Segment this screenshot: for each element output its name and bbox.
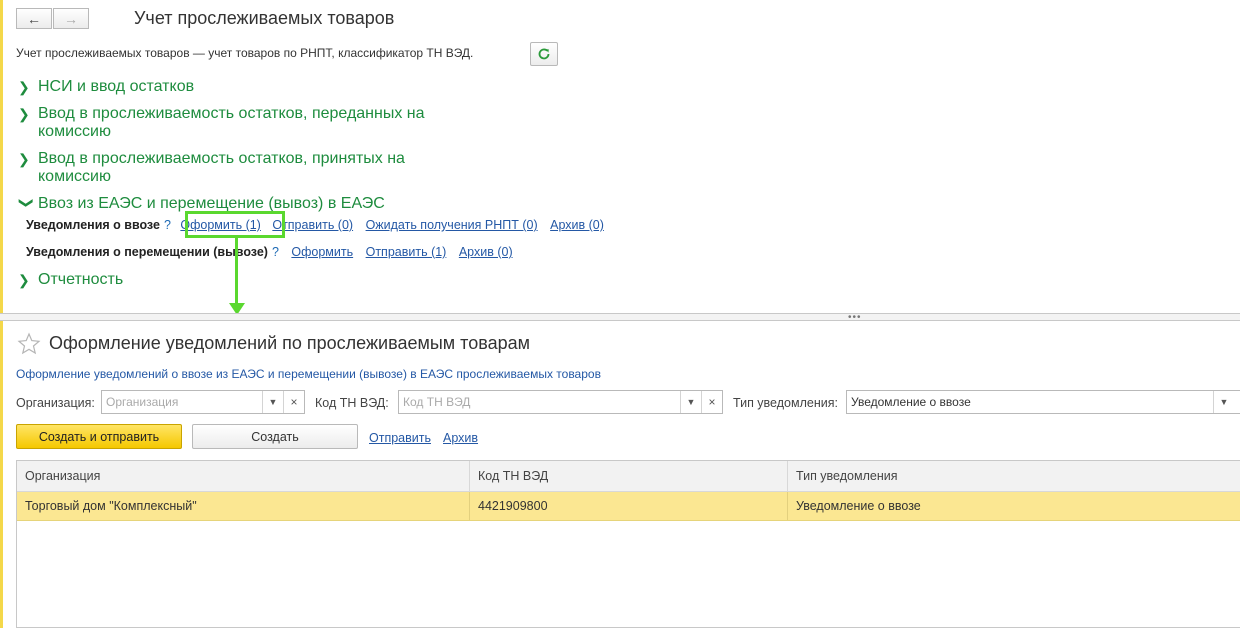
code-filter-field[interactable]: Код ТН ВЭД ▼ ×	[398, 390, 723, 414]
arrow-left-icon: ←	[27, 10, 41, 27]
link-create-move[interactable]: Оформить	[291, 245, 353, 259]
clear-icon[interactable]: ×	[701, 391, 722, 413]
arrow-right-icon: →	[64, 10, 78, 27]
panel-splitter[interactable]	[0, 313, 1240, 321]
dropdown-arrow-icon[interactable]: ▼	[262, 391, 283, 413]
type-filter-input[interactable]: Уведомление о ввозе	[847, 391, 1213, 413]
form-description: Оформление уведомлений о ввозе из ЕАЭС и…	[16, 367, 601, 381]
dropdown-arrow-icon[interactable]: ▼	[680, 391, 701, 413]
archive-link[interactable]: Архив	[443, 431, 478, 445]
back-button[interactable]: ←	[16, 8, 52, 29]
link-await-rnpt[interactable]: Ожидать получения РНПТ (0)	[366, 218, 538, 232]
cell-organization[interactable]: Торговый дом "Комплексный"	[17, 492, 470, 520]
code-filter-input[interactable]: Код ТН ВЭД	[399, 391, 680, 413]
notifications-table: Организация Код ТН ВЭД Тип уведомления Т…	[16, 460, 1240, 628]
type-filter-field[interactable]: Уведомление о ввозе ▼	[846, 390, 1240, 414]
org-filter-input[interactable]: Организация	[102, 391, 262, 413]
page-description: Учет прослеживаемых товаров — учет товар…	[16, 46, 474, 60]
org-filter-label: Организация:	[16, 396, 95, 410]
chevron-right-icon: ❯	[18, 272, 30, 288]
column-header-type[interactable]: Тип уведомления	[788, 461, 1240, 491]
code-filter-label: Код ТН ВЭД:	[315, 396, 389, 410]
column-header-organization[interactable]: Организация	[17, 461, 470, 491]
annotation-highlight-box	[185, 211, 285, 238]
forward-button[interactable]: →	[53, 8, 89, 29]
clear-icon[interactable]: ×	[283, 391, 304, 413]
refresh-icon	[538, 48, 550, 60]
row-label: Уведомления о перемещении (вывозе)	[26, 245, 268, 259]
cell-type[interactable]: Уведомление о ввозе	[788, 492, 1240, 520]
link-send-move[interactable]: Отправить (1)	[366, 245, 447, 259]
link-archive-import[interactable]: Архив (0)	[550, 218, 604, 232]
chevron-right-icon: ❯	[18, 106, 30, 122]
move-notifications-row: Уведомления о перемещении (вывозе)? Офор…	[26, 245, 513, 259]
refresh-button[interactable]	[530, 42, 558, 66]
annotation-arrow-line	[235, 238, 238, 304]
link-archive-move[interactable]: Архив (0)	[459, 245, 513, 259]
chevron-right-icon: ❯	[18, 79, 30, 95]
import-notifications-row: Уведомления о ввозе? Оформить (1) Отправ…	[26, 218, 604, 232]
group-label: Ввод в прослеживаемость остатков, переда…	[38, 105, 425, 140]
help-icon[interactable]: ?	[164, 218, 171, 232]
group-label: НСИ и ввод остатков	[38, 78, 195, 95]
help-icon[interactable]: ?	[272, 245, 279, 259]
table-header: Организация Код ТН ВЭД Тип уведомления	[17, 461, 1240, 492]
create-button[interactable]: Создать	[192, 424, 358, 449]
group-label: Ввод в прослеживаемость остатков, принят…	[38, 150, 405, 185]
org-filter-field[interactable]: Организация ▼ ×	[101, 390, 305, 414]
send-link[interactable]: Отправить	[369, 431, 431, 445]
table-row[interactable]: Торговый дом "Комплексный" 4421909800 Ув…	[17, 492, 1240, 521]
chevron-down-icon: ❯	[19, 197, 35, 209]
chevron-right-icon: ❯	[18, 151, 30, 167]
row-label: Уведомления о ввозе	[26, 218, 160, 232]
splitter-grip-icon[interactable]: •••	[848, 312, 862, 323]
group-label: Отчетность	[38, 271, 124, 288]
favorite-star-icon[interactable]	[17, 332, 41, 359]
dropdown-arrow-icon[interactable]: ▼	[1213, 391, 1234, 413]
create-and-send-button[interactable]: Создать и отправить	[16, 424, 182, 449]
page-title: Учет прослеживаемых товаров	[134, 8, 395, 28]
type-filter-label: Тип уведомления:	[733, 396, 838, 410]
cell-code[interactable]: 4421909800	[470, 492, 788, 520]
form-title: Оформление уведомлений по прослеживаемым…	[49, 333, 530, 353]
column-header-code[interactable]: Код ТН ВЭД	[470, 461, 788, 491]
